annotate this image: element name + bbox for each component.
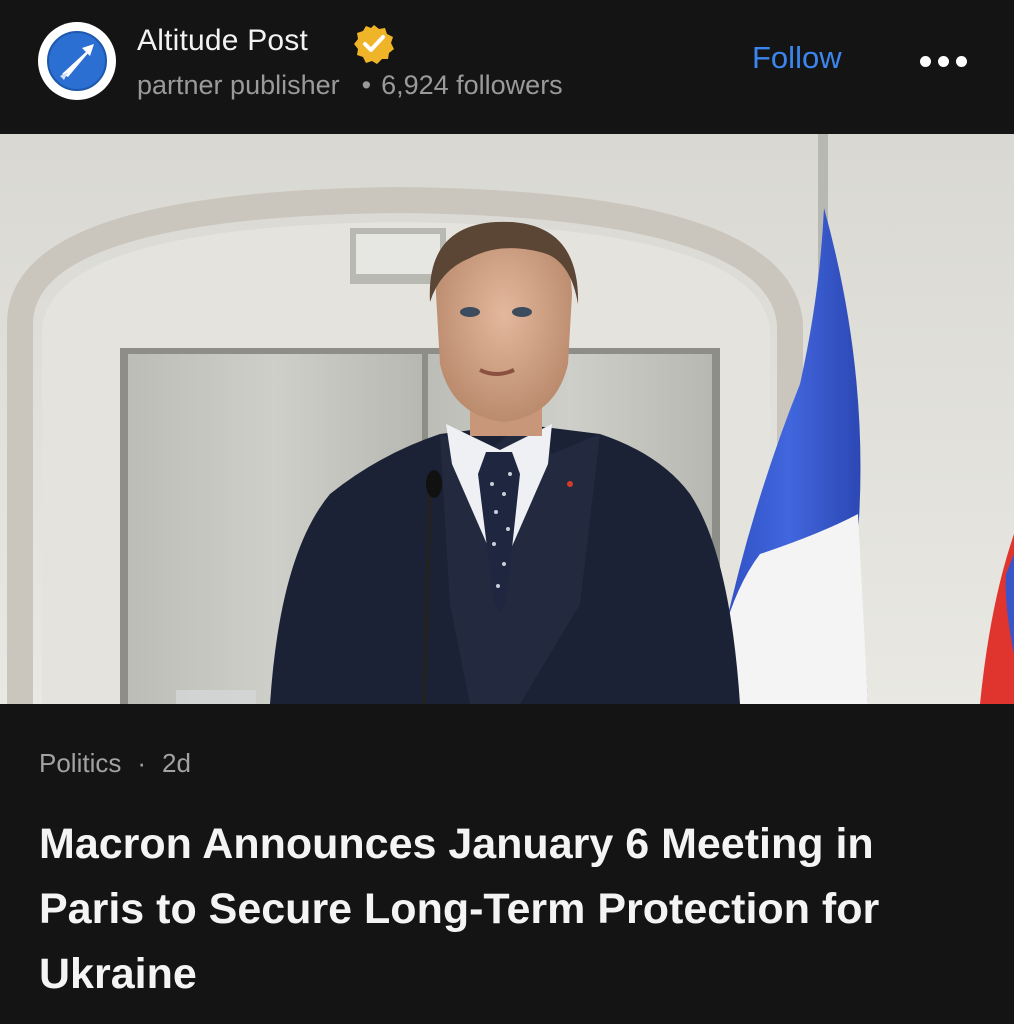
verified-badge-icon [354,25,394,64]
publisher-tier: partner publisher [137,70,340,100]
follower-count: 6,924 followers [381,70,563,100]
hero-photo [0,134,1014,704]
article-category[interactable]: Politics [39,748,121,778]
article-meta: Politics · 2d [39,748,191,779]
publisher-name[interactable]: Altitude Post [137,24,308,58]
publisher-avatar[interactable] [38,22,116,100]
publisher-header: Altitude Post partner publisher • 6,924 fo… [0,0,1014,134]
follow-button[interactable]: Follow [752,40,842,76]
meta-dot: · [137,748,147,778]
article-image[interactable] [0,134,1014,704]
publisher-meta: partner publisher • 6,924 followers [137,70,563,101]
meta-separator: • [361,70,372,100]
paper-plane-logo-icon [47,31,107,91]
more-options-icon[interactable] [918,44,970,80]
article-headline[interactable]: Macron Announces January 6 Meeting in Pa… [39,812,989,1007]
article-age: 2d [162,748,191,778]
